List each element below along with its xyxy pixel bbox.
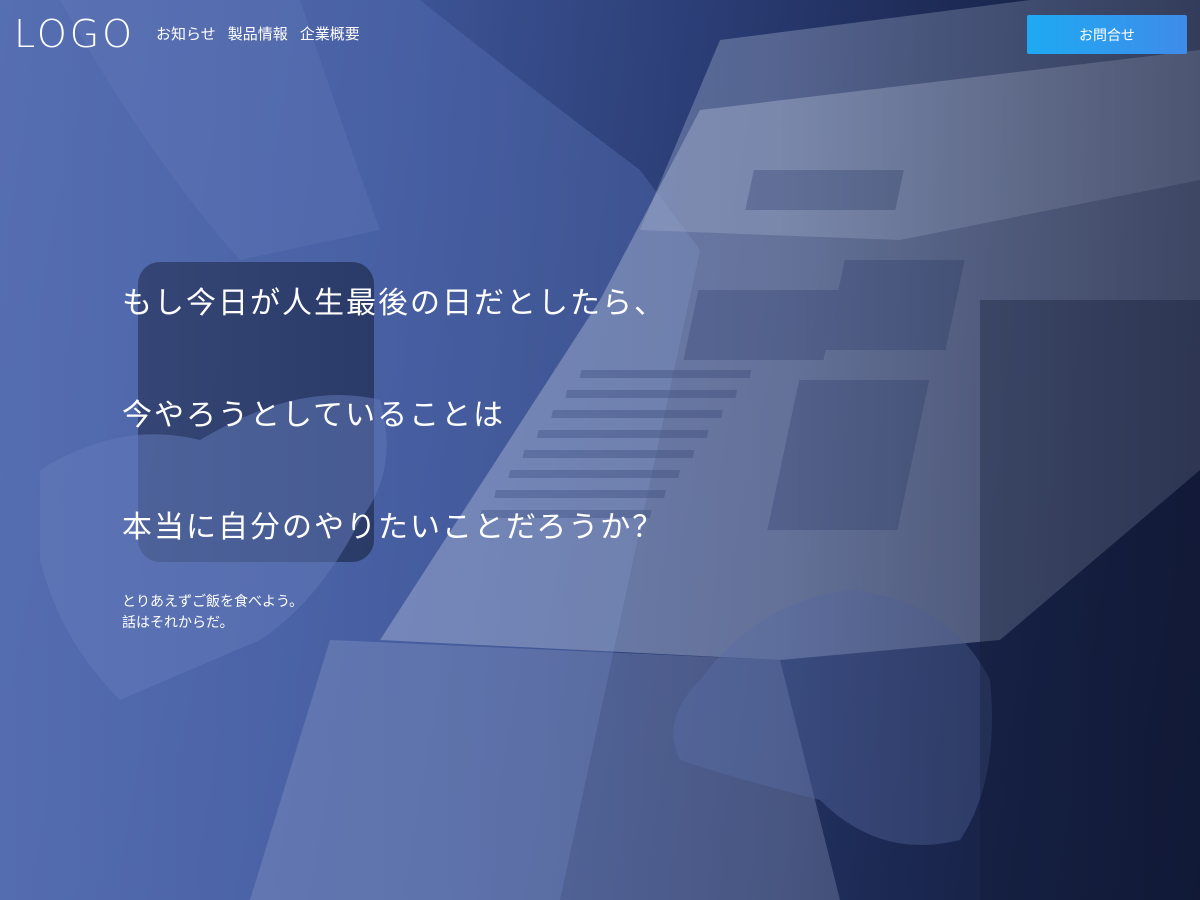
sub-copy-line-2: 話はそれからだ。 <box>122 615 234 631</box>
main-nav: お知らせ 製品情報 企業概要 <box>156 24 360 44</box>
hero-line-1: もし今日が人生最後の日だとしたら、 <box>122 286 666 321</box>
hero-page: LOGO お知らせ 製品情報 企業概要 お問合せ もし今日が人生最後の日だとした… <box>0 0 1200 900</box>
sub-copy-line-1: とりあえずご飯を食べよう。 <box>122 594 304 610</box>
contact-button[interactable]: お問合せ <box>1027 15 1187 54</box>
hero-line-3: 本当に自分のやりたいことだろうか？ <box>122 510 665 545</box>
nav-item-company[interactable]: 企業概要 <box>300 24 360 44</box>
sub-copy: とりあえずご飯を食べよう。 話はそれからだ。 <box>122 592 303 634</box>
color-overlay <box>0 0 1200 900</box>
nav-item-news[interactable]: お知らせ <box>156 24 216 44</box>
nav-item-products[interactable]: 製品情報 <box>228 24 288 44</box>
site-header: LOGO お知らせ 製品情報 企業概要 お問合せ <box>0 0 1200 70</box>
site-logo[interactable]: LOGO <box>14 12 135 56</box>
hero-line-2: 今やろうとしていることは <box>122 398 506 433</box>
